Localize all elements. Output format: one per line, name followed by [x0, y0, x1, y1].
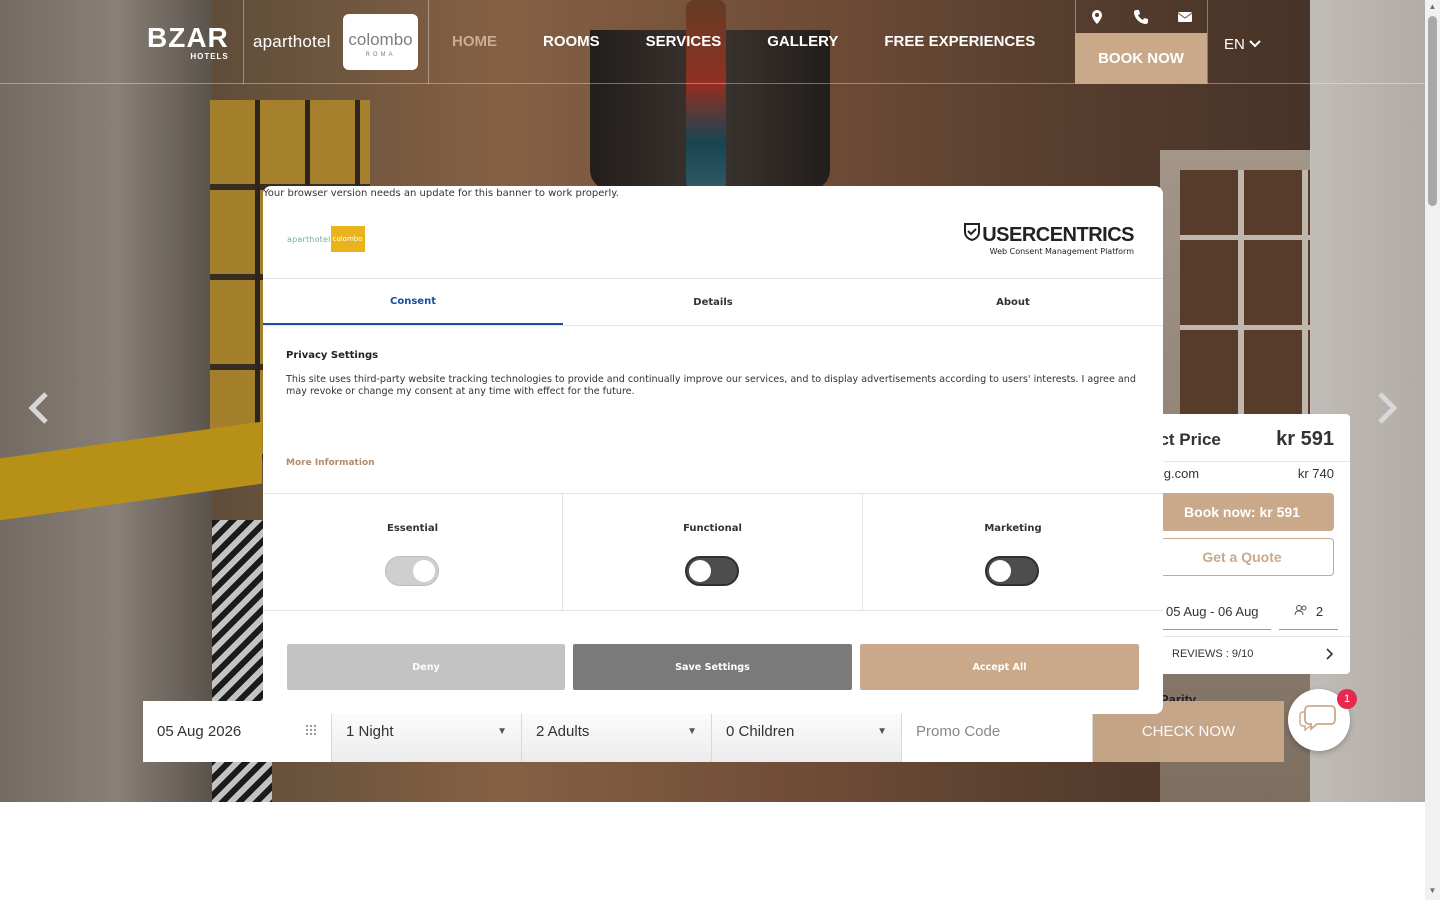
marketing-toggle[interactable] — [985, 556, 1039, 586]
save-settings-button[interactable]: Save Settings — [573, 644, 852, 690]
get-quote-button[interactable]: Get a Quote — [1150, 538, 1334, 576]
divider — [263, 325, 1163, 326]
language-label: EN — [1224, 36, 1245, 53]
checkin-date-value: 05 Aug 2026 — [157, 723, 242, 740]
chat-badge: 1 — [1337, 689, 1357, 709]
contact-icons — [1075, 0, 1207, 33]
divider — [1134, 461, 1350, 462]
adults-value: 2 Adults — [536, 723, 590, 740]
direct-price-widget: ect Price kr 591 ting.com kr 740 Book no… — [1134, 414, 1350, 674]
chat-bubbles-icon — [1299, 702, 1339, 739]
prev-slide-icon[interactable] — [28, 392, 50, 424]
category-label: Functional — [683, 523, 742, 534]
next-slide-icon[interactable] — [1376, 392, 1398, 424]
hotel-logo[interactable]: aparthotel colombo ROMA — [253, 14, 418, 70]
header-divider — [1207, 0, 1208, 84]
map-pin-icon[interactable] — [1089, 9, 1105, 25]
chevron-right-icon — [1326, 648, 1334, 663]
tab-consent[interactable]: Consent — [263, 279, 563, 325]
essential-toggle — [385, 556, 439, 586]
nav-services[interactable]: SERVICES — [646, 33, 722, 50]
language-selector[interactable]: EN — [1224, 36, 1261, 53]
caret-down-icon: ▼ — [687, 726, 697, 737]
more-information-link[interactable]: More Information — [286, 458, 375, 468]
reviews-link[interactable]: REVIEWS : 9/10 — [1150, 648, 1334, 663]
site-header: BZAR HOTELS aparthotel colombo ROMA HOME… — [0, 0, 1425, 84]
nav-free-experiences[interactable]: FREE EXPERIENCES — [884, 33, 1035, 50]
nav-home[interactable]: HOME — [452, 33, 497, 50]
tab-details[interactable]: Details — [563, 279, 863, 325]
browser-warning: Your browser version needs an update for… — [263, 188, 619, 199]
ota-price: kr 740 — [1297, 466, 1334, 481]
header-divider — [243, 0, 244, 84]
hotel-logo-left: aparthotel — [253, 32, 331, 51]
shield-icon — [964, 223, 981, 247]
hotel-logo-right: colombo — [348, 30, 413, 49]
category-functional: Functional — [563, 494, 863, 611]
page-scrollbar[interactable]: ▲ ▼ — [1425, 0, 1440, 900]
consent-modal: Your browser version needs an update for… — [263, 186, 1163, 714]
widget-guests[interactable]: 2 — [1279, 598, 1338, 630]
consent-categories: Essential Functional Marketing — [263, 493, 1163, 611]
reviews-label: REVIEWS : 9/10 — [1172, 648, 1254, 660]
scroll-up-icon[interactable]: ▲ — [1428, 2, 1437, 11]
nav-gallery[interactable]: GALLERY — [767, 33, 838, 50]
category-essential: Essential — [263, 494, 563, 611]
caret-down-icon: ▼ — [497, 726, 507, 737]
functional-toggle[interactable] — [685, 556, 739, 586]
calendar-grid-icon — [305, 723, 317, 740]
privacy-text: This site uses third-party website track… — [286, 374, 1136, 397]
main-nav: HOME ROOMS SERVICES GALLERY FREE EXPERIE… — [452, 33, 1081, 50]
category-marketing: Marketing — [863, 494, 1163, 611]
header-divider — [428, 0, 429, 84]
scroll-thumb[interactable] — [1428, 16, 1437, 206]
consent-tabs: Consent Details About — [263, 279, 1163, 325]
children-value: 0 Children — [726, 723, 795, 740]
divider — [1134, 636, 1350, 637]
bzar-logo[interactable]: BZAR HOTELS — [147, 22, 229, 62]
usercentrics-logo: USERCENTRICS Web Consent Management Plat… — [964, 223, 1134, 256]
deny-button[interactable]: Deny — [287, 644, 565, 690]
scroll-down-icon[interactable]: ▼ — [1428, 886, 1437, 895]
logo-left-text: aparthotel — [287, 234, 331, 244]
chevron-down-icon — [1249, 36, 1261, 53]
direct-price-value: kr 591 — [1276, 428, 1334, 450]
category-label: Essential — [386, 523, 439, 534]
book-now-button[interactable]: BOOK NOW — [1075, 33, 1207, 84]
hotel-logo-city: ROMA — [365, 52, 396, 58]
hotel-logo-small: aparthotel colombo — [287, 226, 365, 252]
caret-down-icon: ▼ — [877, 726, 887, 737]
guests-count: 2 — [1315, 604, 1324, 619]
nights-value: 1 Night — [346, 723, 394, 740]
widget-dates[interactable]: 05 Aug - 06 Aug — [1150, 598, 1271, 630]
provider-sub: Web Consent Management Platform — [989, 247, 1134, 256]
promo-code-placeholder: Promo Code — [916, 723, 1001, 740]
tab-about[interactable]: About — [863, 279, 1163, 325]
book-now-price-button[interactable]: Book now: kr 591 — [1150, 493, 1334, 531]
nav-rooms[interactable]: ROOMS — [543, 33, 600, 50]
brand-name: BZAR — [147, 22, 229, 53]
category-label: Marketing — [984, 523, 1042, 534]
brand-sub: HOTELS — [190, 52, 229, 61]
provider-name: USERCENTRICS — [982, 223, 1134, 246]
privacy-title: Privacy Settings — [286, 350, 379, 361]
logo-right-text: colombo — [330, 226, 365, 252]
users-icon — [1294, 604, 1308, 629]
mail-icon[interactable] — [1177, 9, 1193, 25]
accept-all-button[interactable]: Accept All — [860, 644, 1139, 690]
phone-icon[interactable] — [1133, 9, 1149, 25]
